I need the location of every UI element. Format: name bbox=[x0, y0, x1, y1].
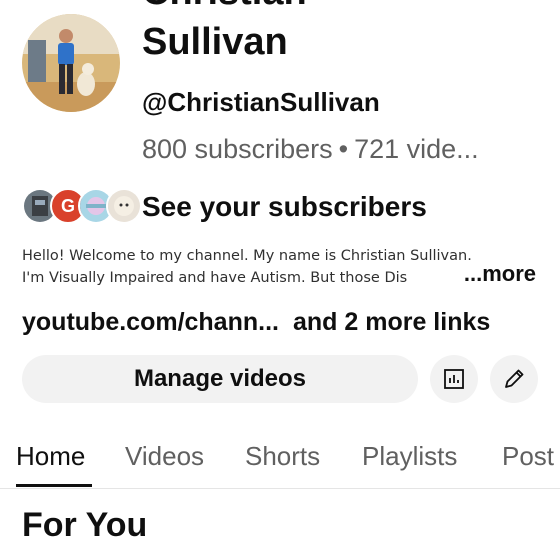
video-count: 721 vide... bbox=[354, 134, 479, 164]
channel-name: Sullivan bbox=[142, 21, 288, 63]
channel-avatar[interactable] bbox=[22, 14, 120, 112]
channel-handle: @ChristianSullivan bbox=[142, 87, 380, 117]
tab-shorts[interactable]: Shorts bbox=[245, 440, 320, 472]
see-subscribers-link[interactable]: See your subscribers bbox=[142, 190, 427, 224]
manage-videos-button[interactable]: Manage videos bbox=[22, 355, 418, 403]
edit-channel-button[interactable] bbox=[490, 355, 538, 403]
primary-link[interactable]: youtube.com/chann... bbox=[22, 308, 279, 336]
subscriber-count: 800 subscribers bbox=[142, 134, 333, 164]
channel-name-line1: Christian bbox=[142, 0, 307, 12]
section-title: For You bbox=[22, 506, 148, 544]
tab-playlists[interactable]: Playlists bbox=[362, 440, 457, 472]
pencil-icon bbox=[505, 369, 524, 388]
channel-tabs: Home Videos Shorts Playlists Post bbox=[0, 430, 560, 489]
subscriber-avatar bbox=[106, 188, 142, 224]
channel-stats[interactable]: 800 subscribers • 721 vide... bbox=[142, 132, 552, 166]
tab-videos[interactable]: Videos bbox=[125, 440, 204, 472]
tab-home[interactable]: Home bbox=[16, 440, 85, 472]
active-tab-indicator bbox=[16, 484, 92, 487]
analytics-button[interactable] bbox=[430, 355, 478, 403]
tab-posts[interactable]: Post bbox=[502, 440, 554, 472]
analytics-icon bbox=[444, 369, 464, 389]
channel-links[interactable]: youtube.com/chann... and 2 more links bbox=[22, 306, 490, 338]
more-links[interactable]: and 2 more links bbox=[293, 308, 490, 336]
channel-description[interactable]: Hello! Welcome to my channel. My name is… bbox=[22, 245, 542, 289]
subscriber-avatars[interactable]: G bbox=[22, 188, 142, 224]
stats-separator: • bbox=[338, 134, 349, 164]
more-link[interactable]: ...more bbox=[461, 263, 536, 285]
